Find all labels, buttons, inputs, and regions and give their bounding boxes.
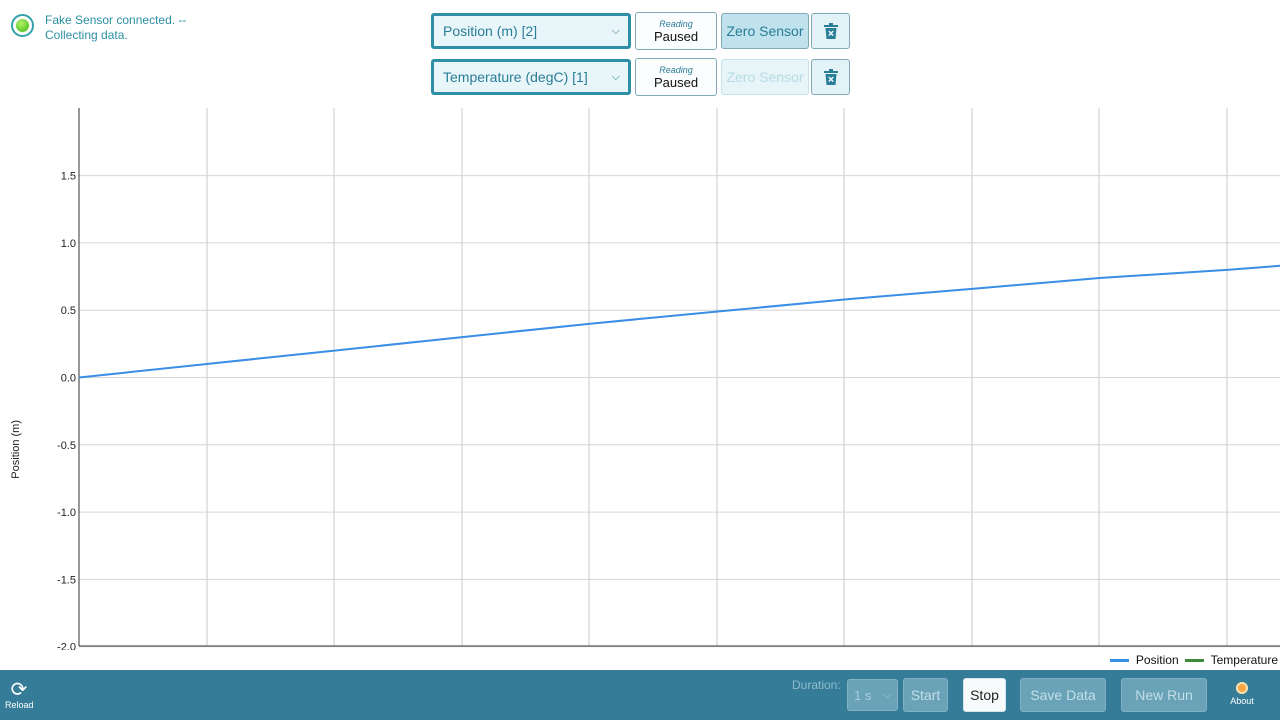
reading-label: Reading — [659, 64, 693, 75]
duration-label: Duration: — [792, 678, 841, 692]
sensor-select-value: Position (m) [2] — [443, 23, 538, 39]
legend-swatch — [1184, 658, 1204, 662]
y-tick-label: -1.0 — [57, 507, 76, 519]
reading-label: Reading — [659, 18, 693, 29]
delete-sensor-button[interactable] — [811, 13, 850, 49]
y-tick-label: -2.0 — [57, 642, 76, 650]
delete-sensor-button[interactable] — [811, 59, 850, 95]
reading-value: Paused — [653, 74, 699, 90]
legend-label: Position — [1135, 653, 1179, 667]
duration-select: 1 s ⌵ — [847, 679, 898, 711]
data-chart[interactable]: -2.0 -1.5 -1.0 -0.5 0.0 0.5 1.0 1.5 — [0, 100, 1280, 650]
series-line-position — [78, 264, 1280, 379]
reload-button[interactable]: ⟳ Reload — [5, 679, 34, 710]
reload-label: Reload — [5, 700, 34, 710]
sensor-select-value: Temperature (degC) [1] — [443, 69, 588, 85]
chevron-down-icon: ⌵ — [611, 70, 620, 83]
chevron-down-icon: ⌵ — [611, 24, 620, 37]
connection-status: Fake Sensor connected. -- Collecting dat… — [11, 13, 195, 43]
legend-label: Temperature — [1210, 653, 1278, 667]
y-tick-label: 0.5 — [61, 305, 76, 317]
reading-display-position: Reading Paused — [635, 12, 717, 50]
reading-value: Paused — [653, 28, 699, 44]
y-tick-label: -0.5 — [57, 440, 76, 452]
zero-sensor-button-disabled: Zero Sensor — [721, 59, 809, 95]
y-tick-label: -1.5 — [57, 574, 76, 586]
zero-sensor-button[interactable]: Zero Sensor — [721, 13, 809, 49]
start-button: Start — [903, 678, 948, 712]
new-run-button: New Run — [1121, 678, 1207, 712]
status-dot — [16, 19, 29, 32]
duration-value: 1 s — [854, 687, 872, 703]
legend-swatch — [1109, 658, 1129, 662]
reading-display-temperature: Reading Paused — [635, 58, 717, 96]
sensor-app: Fake Sensor connected. -- Collecting dat… — [0, 0, 1280, 720]
save-data-button: Save Data — [1020, 678, 1106, 712]
y-tick-label: 0.0 — [61, 373, 76, 385]
sensor-select-temperature[interactable]: Temperature (degC) [1] ⌵ — [431, 59, 631, 95]
stop-button[interactable]: Stop — [963, 678, 1006, 712]
about-button[interactable]: About — [1227, 682, 1257, 706]
status-message: Fake Sensor connected. -- Collecting dat… — [45, 13, 187, 42]
status-indicator-icon — [11, 14, 34, 37]
lightbulb-icon — [1236, 682, 1248, 694]
sensor-select-position[interactable]: Position (m) [2] ⌵ — [431, 13, 631, 49]
y-tick-label: 1.5 — [61, 171, 76, 183]
sensor-row-temperature: Temperature (degC) [1] ⌵ Reading Paused … — [431, 58, 850, 96]
y-axis-label-wrap: Position (m) — [10, 420, 24, 490]
trash-icon — [823, 23, 838, 39]
chevron-down-icon: ⌵ — [883, 689, 891, 701]
legend-item-temperature[interactable]: Temperature — [1184, 653, 1278, 667]
reload-icon: ⟳ — [10, 679, 28, 701]
chart-legend: Position Temperature — [1104, 653, 1278, 667]
sensor-row-position: Position (m) [2] ⌵ Reading Paused Zero S… — [431, 12, 850, 50]
legend-item-position[interactable]: Position — [1109, 653, 1179, 667]
trash-icon — [823, 69, 838, 85]
control-bar: ⟳ Reload Duration: 1 s ⌵ Start Stop Save… — [0, 670, 1280, 720]
y-tick-label: 1.0 — [61, 238, 76, 250]
y-axis-label: Position (m) — [10, 420, 22, 479]
about-label: About — [1230, 696, 1254, 706]
